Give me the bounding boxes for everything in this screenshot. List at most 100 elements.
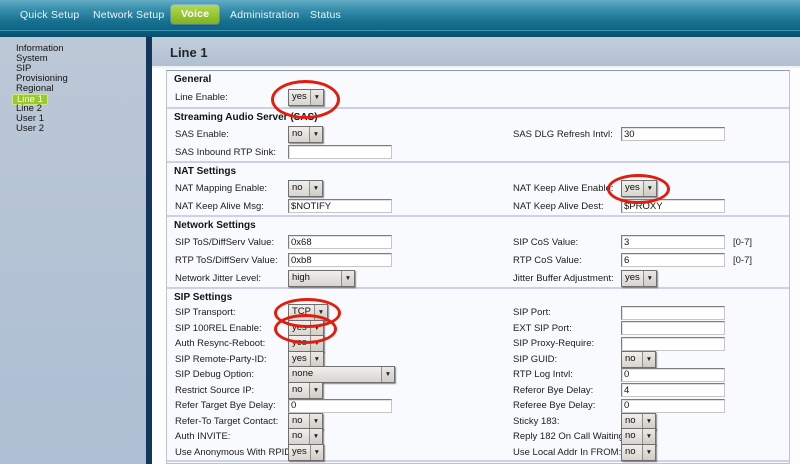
chevron-down-icon[interactable] [642, 414, 655, 429]
chevron-down-icon[interactable] [309, 127, 322, 142]
select-wrap: yes [288, 335, 324, 352]
chevron-down-icon[interactable] [310, 445, 323, 460]
select-value: yes [289, 352, 310, 367]
chevron-down-icon[interactable] [341, 271, 354, 286]
select-line-enable[interactable]: yes [288, 89, 324, 106]
nav-tab-status[interactable]: Status [310, 9, 341, 21]
select-reply-182-on-call-waiting[interactable]: no [621, 428, 656, 445]
select-refer-to-target-contact[interactable]: no [288, 413, 323, 430]
input-referee-bye-delay[interactable] [621, 399, 725, 413]
select-wrap: yes [621, 270, 657, 287]
form-row: SIP ToS/DiffServ Value:SIP CoS Value:[0-… [167, 233, 789, 251]
input-rtp-tos-diffserv-value[interactable] [288, 253, 392, 267]
input-sip-port[interactable] [621, 306, 725, 320]
form-row: Use Anonymous With RPID:yesUse Local Add… [167, 445, 789, 461]
nav-tab-administration[interactable]: Administration [230, 9, 299, 21]
select-sticky-183[interactable]: no [621, 413, 656, 430]
input-sip-proxy-require[interactable] [621, 337, 725, 351]
select-value: no [622, 429, 642, 444]
chevron-down-icon[interactable] [381, 367, 394, 382]
field-control: no [288, 414, 323, 430]
chevron-down-icon[interactable] [314, 305, 327, 320]
form-row: NAT Keep Alive Msg:NAT Keep Alive Dest: [167, 197, 789, 215]
select-auth-invite[interactable]: no [288, 428, 323, 445]
chevron-down-icon[interactable] [310, 336, 323, 351]
chevron-down-icon[interactable] [309, 181, 322, 196]
chevron-down-icon[interactable] [642, 352, 655, 367]
select-jitter-buffer-adjustment[interactable]: yes [621, 270, 657, 287]
field-control: yes [288, 445, 324, 461]
input-sas-inbound-rtp-sink[interactable] [288, 145, 392, 159]
field-label-sip-tos-diffserv-value: SIP ToS/DiffServ Value: [175, 233, 274, 251]
section-title: Streaming Audio Server (SAS) [167, 111, 789, 125]
chevron-down-icon[interactable] [643, 271, 656, 286]
input-rtp-cos-value[interactable] [621, 253, 725, 267]
chevron-down-icon[interactable] [643, 181, 656, 196]
form-row: SIP Debug Option: none RTP Log Intvl: [167, 367, 789, 383]
app-window: Quick Setup Network Setup Voice Administrat… [0, 0, 800, 464]
content-box: GeneralLine Enable:yesStreaming Audio Se… [166, 70, 790, 464]
input-ext-sip-port[interactable] [621, 321, 725, 335]
form-row: SAS Inbound RTP Sink: [167, 143, 789, 161]
field-label-sip-debug-option: SIP Debug Option: [175, 367, 254, 383]
input-nat-keep-alive-msg[interactable] [288, 199, 392, 213]
field-label-sas-enable: SAS Enable: [175, 125, 229, 143]
select-nat-mapping-enable[interactable]: no [288, 180, 323, 197]
input-sip-tos-diffserv-value[interactable] [288, 235, 392, 249]
select-sas-enable[interactable]: no [288, 126, 323, 143]
chevron-down-icon[interactable] [309, 429, 322, 444]
select-wrap: none [288, 366, 395, 383]
field-label-restrict-source-ip: Restrict Source IP: [175, 383, 254, 399]
nav-lower-band [0, 30, 800, 37]
input-sas-dlg-refresh-intvl[interactable] [621, 127, 725, 141]
sidebar-item-user-2[interactable]: User 2 [0, 124, 146, 134]
section-nat: NAT SettingsNAT Mapping Enable:noNAT Kee… [167, 163, 789, 215]
select-value: yes [622, 271, 643, 286]
chevron-down-icon[interactable] [310, 352, 323, 367]
nav-tab-voice[interactable]: Voice [171, 5, 219, 24]
select-restrict-source-ip[interactable]: no [288, 382, 323, 399]
field-control: yes [288, 321, 324, 337]
select-sip-remote-party-id[interactable]: yes [288, 351, 324, 368]
chevron-down-icon[interactable] [642, 445, 655, 460]
chevron-down-icon[interactable] [309, 383, 322, 398]
field-label-referee-bye-delay: Referee Bye Delay: [513, 398, 595, 414]
input-nat-keep-alive-dest[interactable] [621, 199, 725, 213]
chevron-down-icon[interactable] [310, 90, 323, 105]
select-sip-debug-option[interactable]: none [288, 366, 395, 383]
select-use-anonymous-with-rpid[interactable]: yes [288, 444, 324, 461]
select-wrap: no [288, 428, 323, 445]
field-control [288, 197, 392, 215]
chevron-down-icon[interactable] [309, 414, 322, 429]
field-control [288, 143, 392, 161]
field-control: yes [288, 352, 324, 368]
field-label-rtp-log-intvl: RTP Log Intvl: [513, 367, 573, 383]
select-use-local-addr-in-from[interactable]: no [621, 444, 656, 461]
field-label-reply-182-on-call-waiting: Reply 182 On Call Waiting: [513, 429, 627, 445]
chevron-down-icon[interactable] [642, 429, 655, 444]
chevron-down-icon[interactable] [310, 321, 323, 336]
select-nat-keep-alive-enable[interactable]: yes [621, 180, 657, 197]
select-auth-resync-reboot[interactable]: yes [288, 335, 324, 352]
field-label-sip-100rel-enable: SIP 100REL Enable: [175, 321, 262, 337]
select-network-jitter-level[interactable]: high [288, 270, 355, 287]
nav-tab-quick-setup[interactable]: Quick Setup [20, 9, 79, 21]
input-sip-cos-value[interactable] [621, 235, 725, 249]
select-sip-guid[interactable]: no [621, 351, 656, 368]
select-sip-transport[interactable]: TCP [288, 304, 328, 321]
red-annotation-circle: TCP [288, 304, 328, 321]
input-rtp-log-intvl[interactable] [621, 368, 725, 382]
select-sip-100rel-enable[interactable]: yes [288, 320, 324, 337]
sidebar-item-regional[interactable]: Regional [0, 84, 146, 94]
field-control: none [288, 367, 395, 383]
field-label-use-anonymous-with-rpid: Use Anonymous With RPID: [175, 445, 294, 461]
section-title: SIP Settings [167, 291, 789, 305]
field-control [621, 398, 725, 414]
section-sas: Streaming Audio Server (SAS)SAS Enable: n… [167, 109, 789, 161]
field-control: no [621, 352, 656, 368]
nav-tab-network-setup[interactable]: Network Setup [93, 9, 164, 21]
input-referor-bye-delay[interactable] [621, 383, 725, 397]
input-refer-target-bye-delay[interactable] [288, 399, 392, 413]
red-annotation-circle: yes [621, 180, 657, 197]
field-label-sip-port: SIP Port: [513, 305, 551, 321]
